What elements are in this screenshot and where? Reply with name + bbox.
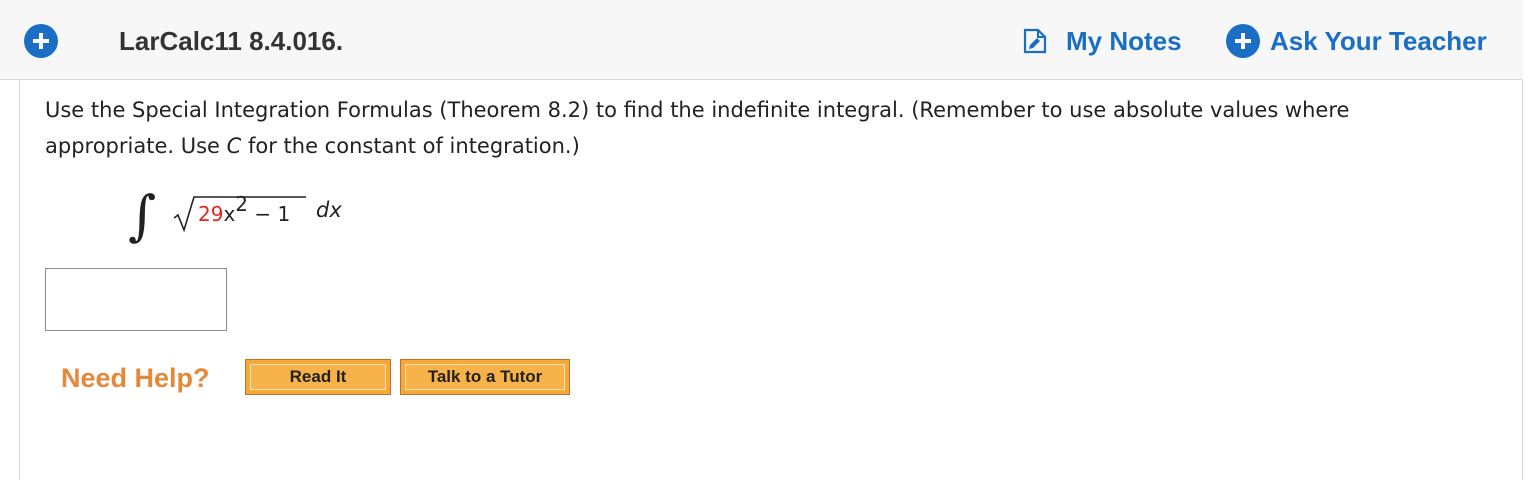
need-help-label: Need Help? [61,363,210,393]
plus-circle-icon [1226,24,1260,58]
plus-icon [33,33,49,49]
read-it-button[interactable]: Read It [245,359,391,395]
integral-differential: dx [316,198,342,222]
answer-input[interactable] [45,268,227,331]
ask-your-teacher-link[interactable]: Ask Your Teacher [1226,24,1487,58]
my-notes-link[interactable]: My Notes [1022,24,1182,58]
read-it-label: Read It [250,364,386,390]
question-panel: LarCalc11 8.4.016. My Notes Ask Your Tea… [0,0,1523,480]
integrand-expression: 29x2 − 1 [198,192,291,226]
integrand-variable: x [223,202,236,226]
talk-to-tutor-button[interactable]: Talk to a Tutor [400,359,570,395]
integrand-coefficient: 29 [198,202,224,226]
note-icon [1023,28,1047,54]
content-border [19,80,20,480]
question-instructions: Use the Special Integration Formulas (Th… [45,92,1485,164]
integral-sign: ∫ [128,184,157,247]
talk-to-tutor-label: Talk to a Tutor [405,364,565,390]
expand-question-button[interactable] [24,24,58,58]
ask-teacher-label: Ask Your Teacher [1270,25,1487,56]
problem-title: LarCalc11 8.4.016. [119,26,344,56]
instructions-text-2: for the constant of integration.) [241,134,580,158]
question-header: LarCalc11 8.4.016. My Notes Ask Your Tea… [0,0,1523,80]
integrand-rest: − 1 [248,202,291,226]
constant-variable: C [226,134,242,158]
my-notes-label: My Notes [1066,25,1182,56]
integrand-exponent: 2 [235,192,249,216]
